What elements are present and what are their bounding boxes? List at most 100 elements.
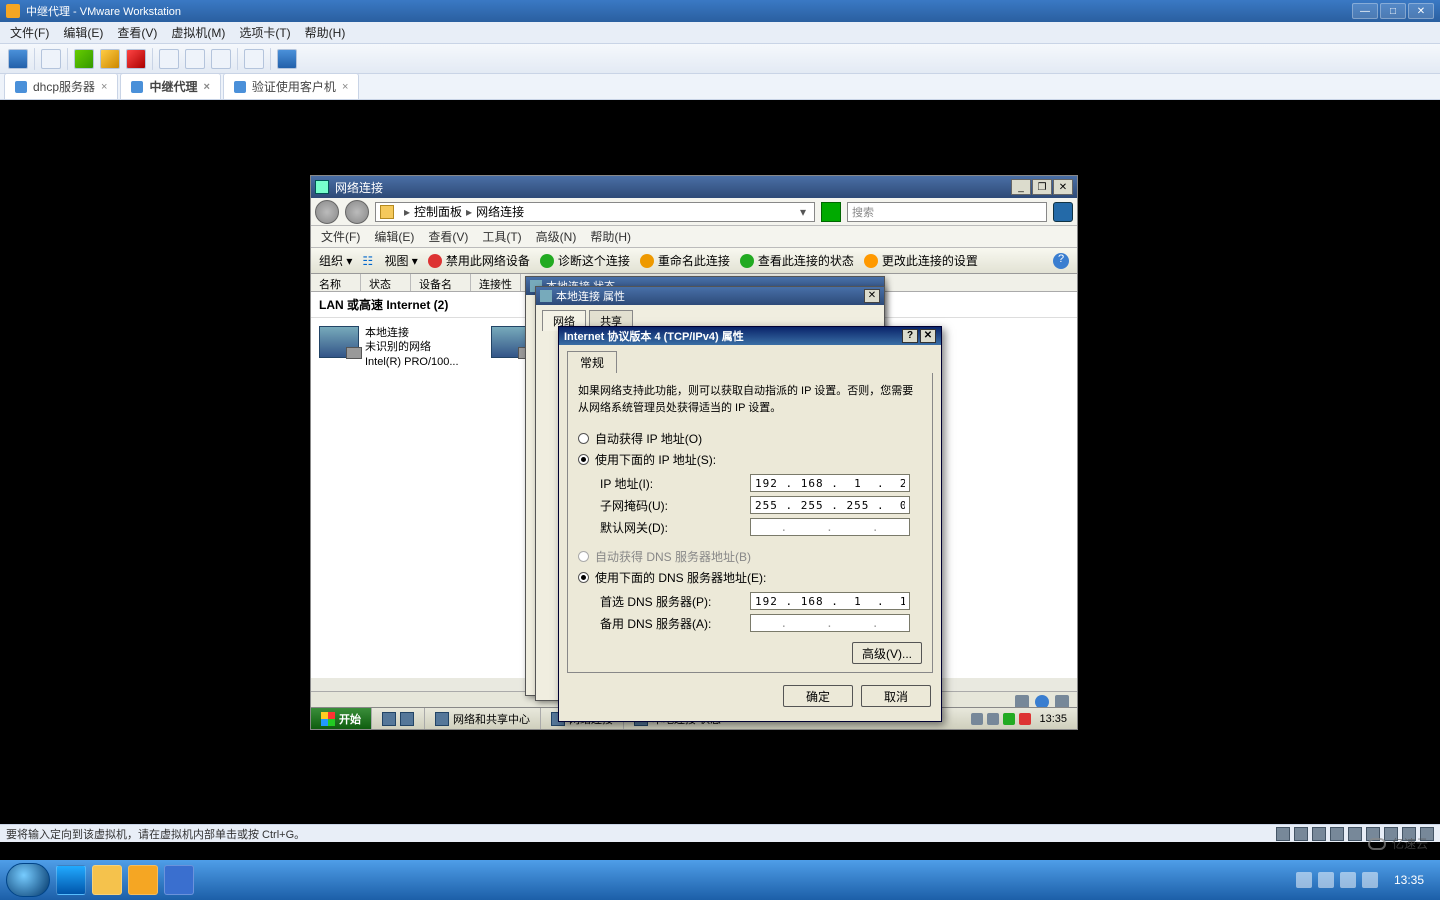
col-name[interactable]: 名称 [311, 274, 361, 291]
connection-item[interactable]: 本地连接 未识别的网络 Intel(R) PRO/100... [319, 326, 459, 369]
vmware-icon[interactable] [128, 865, 158, 895]
menu-vm[interactable]: 虚拟机(M) [171, 24, 225, 41]
tray-icon[interactable] [987, 713, 999, 725]
back-button[interactable] [315, 200, 339, 224]
restore-button[interactable]: ❐ [1032, 179, 1052, 195]
snapshot-icon[interactable] [41, 49, 61, 69]
search-input[interactable]: 搜索 [847, 202, 1047, 222]
alternate-dns-field[interactable] [750, 614, 910, 632]
view-button[interactable]: ☷ 视图 ▾ [362, 252, 417, 269]
start-button[interactable]: 开始 [311, 708, 371, 729]
refresh-button[interactable] [821, 202, 841, 222]
device-usb-icon[interactable] [1348, 827, 1362, 841]
tray-volume-icon[interactable] [1362, 872, 1378, 888]
col-device[interactable]: 设备名 [411, 274, 471, 291]
ie-icon[interactable] [56, 865, 86, 895]
help-icon[interactable]: ? [1053, 253, 1069, 269]
rename-button[interactable]: 重命名此连接 [640, 252, 730, 269]
tray-flag-icon[interactable] [1318, 872, 1334, 888]
breadcrumb-item[interactable]: 网络连接 [476, 203, 524, 220]
host-clock[interactable]: 13:35 [1384, 873, 1434, 887]
tab-close-icon[interactable]: × [203, 81, 209, 93]
device-net-icon[interactable] [1330, 827, 1344, 841]
radio-auto-ip[interactable]: 自动获得 IP 地址(O) [578, 428, 922, 449]
subnet-mask-field[interactable] [750, 496, 910, 514]
menu-tabs[interactable]: 选项卡(T) [239, 24, 290, 41]
menu-help[interactable]: 帮助(H) [590, 228, 631, 245]
tray-icon[interactable] [1019, 713, 1031, 725]
layout-icon[interactable] [159, 49, 179, 69]
tray-icon[interactable] [1003, 713, 1015, 725]
breadcrumb-item[interactable]: 控制面板 [414, 203, 462, 220]
advanced-button[interactable]: 高级(V)... [852, 642, 922, 664]
menu-edit[interactable]: 编辑(E) [374, 228, 414, 245]
ip-address-field[interactable] [750, 474, 910, 492]
menu-edit[interactable]: 编辑(E) [63, 24, 103, 41]
stop-icon[interactable] [126, 49, 146, 69]
tab-close-icon[interactable]: × [342, 81, 348, 93]
close-button[interactable]: ✕ [864, 289, 880, 303]
tray-icon[interactable] [971, 713, 983, 725]
fullscreen-icon[interactable] [211, 49, 231, 69]
window-title: 本地连接 属性 [556, 288, 625, 304]
minimize-button[interactable]: _ [1011, 179, 1031, 195]
tray-network-icon[interactable] [1340, 872, 1356, 888]
console-icon[interactable] [277, 49, 297, 69]
menu-advanced[interactable]: 高级(N) [536, 228, 577, 245]
help-button[interactable]: ? [902, 329, 918, 343]
device-hdd-icon[interactable] [1276, 827, 1290, 841]
thumbnail-icon[interactable] [244, 49, 264, 69]
col-status[interactable]: 状态 [361, 274, 411, 291]
organize-button[interactable]: 组织 ▾ [319, 252, 352, 269]
cancel-button[interactable]: 取消 [861, 685, 931, 707]
clock[interactable]: 13:35 [1035, 713, 1071, 725]
power-on-icon[interactable] [8, 49, 28, 69]
menu-view[interactable]: 查看(V) [117, 24, 157, 41]
word-icon[interactable] [164, 865, 194, 895]
radio-manual-ip[interactable]: 使用下面的 IP 地址(S): [578, 449, 922, 470]
maximize-button[interactable]: □ [1380, 3, 1406, 19]
preferred-dns-field[interactable] [750, 592, 910, 610]
chevron-down-icon[interactable]: ▾ [796, 205, 810, 219]
ql-icon[interactable] [382, 712, 396, 726]
dialog-titlebar[interactable]: Internet 协议版本 4 (TCP/IPv4) 属性 ? ✕ [559, 327, 941, 345]
explorer-icon[interactable] [92, 865, 122, 895]
tab-close-icon[interactable]: × [101, 81, 107, 93]
play-icon[interactable] [74, 49, 94, 69]
tray-icon[interactable] [1296, 872, 1312, 888]
tab-relay[interactable]: 中继代理× [120, 73, 220, 99]
search-button[interactable] [1053, 202, 1073, 222]
menu-file[interactable]: 文件(F) [10, 24, 49, 41]
radio-manual-dns[interactable]: 使用下面的 DNS 服务器地址(E): [578, 567, 922, 588]
menu-help[interactable]: 帮助(H) [305, 24, 346, 41]
device-floppy-icon[interactable] [1312, 827, 1326, 841]
close-button[interactable]: ✕ [1408, 3, 1434, 19]
breadcrumb[interactable]: ▸ 控制面板 ▸ 网络连接 ▾ [375, 202, 815, 222]
menu-file[interactable]: 文件(F) [321, 228, 360, 245]
host-start-button[interactable] [6, 863, 50, 897]
forward-button[interactable] [345, 200, 369, 224]
gateway-field[interactable] [750, 518, 910, 536]
tab-dhcp[interactable]: dhcp服务器× [4, 73, 118, 99]
unity-icon[interactable] [185, 49, 205, 69]
ql-icon[interactable] [400, 712, 414, 726]
change-settings-button[interactable]: 更改此连接的设置 [864, 252, 978, 269]
minimize-button[interactable]: — [1352, 3, 1378, 19]
label-gateway: 默认网关(D): [600, 519, 750, 536]
status-button[interactable]: 查看此连接的状态 [740, 252, 854, 269]
close-button[interactable]: ✕ [1053, 179, 1073, 195]
tab-general[interactable]: 常规 [567, 351, 617, 373]
menu-tools[interactable]: 工具(T) [482, 228, 521, 245]
pause-icon[interactable] [100, 49, 120, 69]
device-cd-icon[interactable] [1294, 827, 1308, 841]
folder-icon [380, 205, 394, 219]
close-button[interactable]: ✕ [920, 329, 936, 343]
diagnose-button[interactable]: 诊断这个连接 [540, 252, 630, 269]
taskbar-item[interactable]: 网络和共享中心 [424, 708, 540, 729]
disable-device-button[interactable]: 禁用此网络设备 [428, 252, 530, 269]
menu-view[interactable]: 查看(V) [428, 228, 468, 245]
ok-button[interactable]: 确定 [783, 685, 853, 707]
col-conn[interactable]: 连接性 [471, 274, 521, 291]
window-titlebar[interactable]: 网络连接 _ ❐ ✕ [311, 176, 1077, 198]
tab-client[interactable]: 验证使用客户机× [223, 73, 359, 99]
